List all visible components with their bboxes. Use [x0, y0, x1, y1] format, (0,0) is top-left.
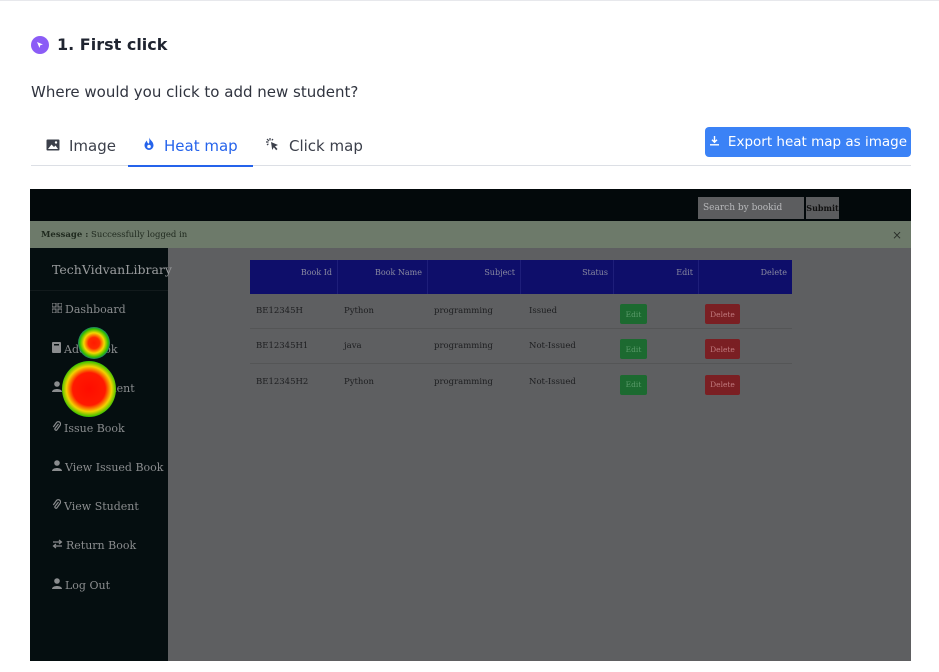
export-heatmap-button[interactable]: Export heat map as image — [705, 127, 911, 157]
task-screenshot: Search by bookid Submit Message : Succes… — [30, 189, 911, 661]
cell-subject: programming — [434, 376, 493, 387]
edit-button[interactable]: Edit — [620, 374, 647, 395]
column-header: Edit — [614, 260, 699, 294]
app-sidebar: TechVidvanLibrary Dashboard Add Book Add… — [30, 248, 172, 661]
cell-book-name: Python — [344, 306, 375, 316]
tab-heat-map[interactable]: Heat map — [128, 126, 253, 167]
cell-status: Not-Issued — [529, 376, 576, 387]
sidebar-item-label: Issue Book — [64, 421, 125, 435]
question-header: 1. First click — [31, 35, 167, 54]
download-icon — [709, 134, 728, 150]
flame-icon — [143, 137, 164, 155]
cell-book-name: java — [344, 341, 362, 351]
question-card: 1. First click Where would you click to … — [0, 0, 939, 672]
question-title: 1. First click — [57, 35, 168, 54]
close-icon[interactable]: × — [892, 228, 902, 242]
export-label: Export heat map as image — [727, 134, 908, 150]
brand-title: TechVidvanLibrary — [30, 248, 172, 291]
user-icon — [52, 460, 65, 474]
cell-book-id: BE12345H — [256, 306, 303, 316]
message-label: Message : — [41, 230, 89, 240]
exchange-icon — [52, 539, 66, 552]
search-input[interactable]: Search by bookid — [698, 197, 804, 219]
cell-status: Issued — [529, 306, 558, 316]
tab-click-map[interactable]: Click map — [265, 126, 363, 166]
cell-subject: programming — [434, 341, 493, 351]
delete-button[interactable]: Delete — [705, 374, 740, 395]
edit-button[interactable]: Edit — [620, 339, 647, 359]
sidebar-item-label: View Student — [64, 499, 139, 513]
sidebar-item-label: Add Book — [64, 342, 118, 356]
sidebar-item-add-student[interactable]: Add Student — [52, 381, 135, 395]
cell-book-id: BE12345H1 — [256, 341, 309, 351]
cell-subject: programming — [434, 306, 493, 316]
sidebar-item-label: Dashboard — [65, 303, 126, 316]
book-icon — [52, 342, 64, 356]
tab-image[interactable]: Image — [46, 126, 116, 166]
sidebar-item-log-out[interactable]: Log Out — [52, 578, 110, 592]
sidebar-item-label: Return Book — [66, 539, 137, 552]
delete-button[interactable]: Delete — [705, 339, 740, 359]
cell-book-name: Python — [344, 376, 375, 387]
edit-button[interactable]: Edit — [620, 304, 647, 324]
cursor-click-icon — [31, 35, 49, 54]
user-icon — [52, 578, 65, 592]
column-header: Delete — [760, 268, 787, 277]
delete-button[interactable]: Delete — [705, 304, 740, 324]
cell-status: Not-Issued — [529, 341, 576, 351]
sidebar-item-view-student[interactable]: View Student — [52, 499, 139, 513]
image-icon — [46, 137, 69, 155]
sidebar-item-label: View Issued Book — [65, 460, 164, 474]
column-header: Book Name — [338, 260, 428, 294]
sidebar-item-return-book[interactable]: Return Book — [52, 539, 136, 552]
tab-label: Heat map — [164, 137, 238, 155]
question-text: Where would you click to add new student… — [31, 83, 359, 101]
table-row: BE12345H1 java programming Not-Issued Ed… — [250, 329, 792, 364]
column-header: Status — [521, 260, 614, 294]
cursor-click-icon — [265, 137, 289, 156]
column-header: Subject — [428, 260, 521, 294]
message-bar: Message : Successfully logged in × — [30, 221, 911, 248]
books-table: Book Id Book Name Subject Status Edit De… — [250, 260, 792, 399]
dashboard-icon — [51, 302, 65, 316]
paperclip-icon — [52, 421, 64, 435]
search-submit-button[interactable]: Submit — [806, 197, 839, 219]
cell-book-id: BE12345H2 — [256, 376, 309, 387]
app-topbar: Search by bookid Submit — [30, 189, 911, 221]
tab-label: Image — [69, 137, 116, 155]
sidebar-item-add-book[interactable]: Add Book — [52, 342, 118, 356]
table-row: BE12345H Python programming Issued Edit … — [250, 294, 792, 329]
user-icon — [52, 381, 65, 395]
message-text: Successfully logged in — [91, 230, 188, 240]
sidebar-item-label: Add Student — [65, 381, 135, 395]
sidebar-item-label: Log Out — [65, 578, 110, 592]
table-row: BE12345H2 Python programming Not-Issued … — [250, 364, 792, 399]
paperclip-icon — [52, 499, 64, 513]
tab-label: Click map — [289, 137, 363, 155]
sidebar-item-view-issued-book[interactable]: View Issued Book — [52, 460, 163, 474]
table-header: Book Id Book Name Subject Status Edit De… — [250, 260, 792, 294]
sidebar-item-issue-book[interactable]: Issue Book — [52, 421, 125, 435]
sidebar-item-dashboard[interactable]: Dashboard — [51, 302, 126, 316]
column-header: Book Id — [250, 260, 338, 294]
